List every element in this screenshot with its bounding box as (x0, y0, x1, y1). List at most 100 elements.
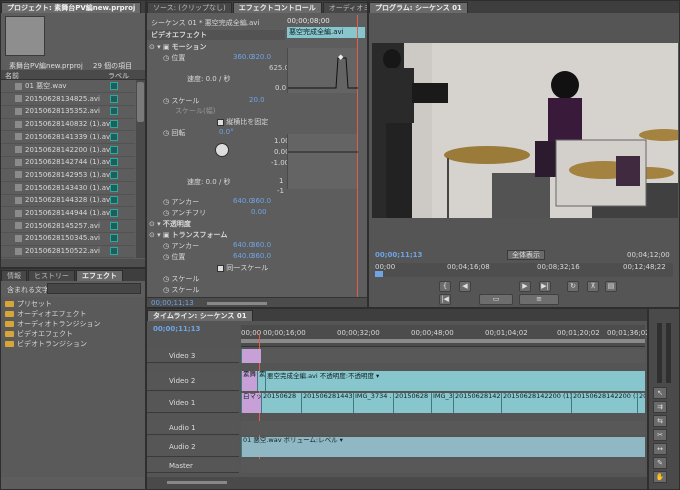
clip-v1-0[interactable]: 白マット (241, 393, 261, 413)
tab-effect-controls[interactable]: エフェクトコントロール (232, 2, 322, 13)
tab-project[interactable]: プロジェクト: 素舞台PV編new.prproj (1, 2, 142, 13)
fx-toggle-icon[interactable]: ⊙ ▾ ▣ (149, 231, 172, 239)
anchor-y-value[interactable]: 360.0 (251, 197, 271, 205)
tab-source[interactable]: ソース: (クリップなし) (147, 2, 232, 13)
track-header-master[interactable]: Master (147, 459, 239, 473)
anchor-row[interactable]: ◷ アンカー (163, 197, 199, 207)
uniform-scale-checkbox[interactable] (217, 118, 224, 126)
t-position-row[interactable]: ◷ 位置 (163, 252, 185, 262)
scale-value[interactable]: 20.0 (249, 96, 265, 104)
keyframe-nav[interactable]: ◆ (338, 53, 343, 61)
track-select-tool-icon[interactable]: ⇉ (653, 401, 667, 413)
t-scale2-row[interactable]: ◷ スケール (163, 285, 199, 295)
transform-row[interactable]: ⊙ ▾ ▣ トランスフォーム (149, 230, 227, 240)
clip-v1-1[interactable]: 20150628 (261, 393, 301, 413)
effects-folder-audio-transitions[interactable]: オーディオトランジション (5, 319, 101, 329)
mark-in-icon[interactable]: { (439, 281, 451, 292)
program-timecode[interactable]: 00;00;11;13 (375, 251, 422, 259)
t-anchor-y[interactable]: 360.0 (251, 241, 271, 249)
clip-v1-6[interactable]: 20150628142 (453, 393, 501, 413)
rotation-dial[interactable] (215, 143, 229, 157)
program-playhead[interactable] (375, 271, 383, 277)
jog-icon[interactable]: ≡ (519, 294, 559, 305)
loop-icon[interactable]: ↻ (567, 281, 579, 292)
t-uniform-row[interactable]: 同一スケール (217, 263, 268, 273)
project-item[interactable]: 20150628142744 (1).avi (1, 156, 135, 170)
effects-folder-presets[interactable]: プリセット (5, 299, 52, 309)
clip-video3[interactable] (241, 349, 261, 363)
project-item[interactable]: 20150628144328 (1).avi (1, 194, 135, 208)
program-ruler[interactable]: 00;00 00;04;16;08 00;08;32;16 00;12;48;2… (375, 263, 673, 277)
track-header-video1[interactable]: Video 1 (147, 393, 239, 413)
slip-tool-icon[interactable]: ↔ (653, 443, 667, 455)
rotation-value[interactable]: 0.0° (219, 128, 234, 136)
go-to-in-icon[interactable]: |◀ (439, 294, 451, 305)
timeline-timecode[interactable]: 00;00;11;13 (153, 325, 200, 333)
clip-v1-5[interactable]: IMG_3 (431, 393, 453, 413)
track-video3-lane[interactable] (241, 349, 645, 363)
clip-v2-1[interactable]: 素舞台 (257, 371, 265, 391)
ec-zoom-slider[interactable] (207, 302, 267, 305)
position-y-value[interactable]: 320.0 (251, 53, 271, 61)
tab-timeline[interactable]: タイムライン: シーケンス 01 (147, 310, 253, 321)
project-item[interactable]: 20150628142200 (1).avi (1, 144, 135, 157)
tab-history[interactable]: ヒストリー (28, 270, 75, 281)
clip-v1-8[interactable]: 20150628142200 (1).avi (571, 393, 637, 413)
project-item[interactable]: 20150628141339 (1).avi (1, 131, 135, 144)
project-item[interactable]: 20150628143430 (1).avi (1, 182, 135, 195)
shuttle-icon[interactable]: ▭ (479, 294, 513, 305)
opacity-row[interactable]: ⊙ ▾ 不透明度 (149, 219, 191, 229)
fx-toggle-icon[interactable]: ⊙ ▾ ▣ (149, 43, 172, 51)
lift-icon[interactable]: ⊼ (587, 281, 599, 292)
clip-v1-9[interactable]: 20 (637, 393, 645, 413)
clip-v1-7[interactable]: 20150628142200 (1).avi [59 (501, 393, 571, 413)
step-back-icon[interactable]: ◀ (459, 281, 471, 292)
track-header-audio2[interactable]: Audio 2 (147, 437, 239, 457)
project-item[interactable]: 20150628144944 (1).avi (1, 207, 135, 221)
scrollbar-thumb[interactable] (137, 82, 144, 122)
tab-info[interactable]: 情報 (1, 270, 27, 281)
track-master-lane[interactable] (241, 459, 645, 473)
timeline-zoom-slider[interactable] (167, 481, 227, 484)
project-item[interactable]: 20150628140832 (1).avi (1, 118, 135, 132)
motion-row[interactable]: ⊙ ▾ ▣ モーション (149, 42, 207, 52)
antiflicker-row[interactable]: ◷ アンチフリ (163, 208, 206, 218)
t-scale-row[interactable]: ◷ スケール (163, 274, 199, 284)
tab-effects[interactable]: エフェクト (76, 270, 123, 281)
fit-dropdown[interactable]: 全体表示 (507, 250, 545, 260)
project-item[interactable]: 20150628150345.avi (1, 232, 135, 246)
clip-v1-2[interactable]: 20150628144325 (301, 393, 353, 413)
pen-tool-icon[interactable]: ✎ (653, 457, 667, 469)
track-audio1-lane[interactable] (241, 421, 645, 435)
clip-audio[interactable]: 01 悪空.wav ボリューム:レベル ▾ (241, 437, 645, 457)
track-video1-lane[interactable]: 白マット 20150628 20150628144325 IMG_3734 . … (241, 393, 645, 413)
fx-toggle-icon[interactable]: ⊙ ▾ (149, 220, 163, 228)
track-header-audio1[interactable]: Audio 1 (147, 421, 239, 435)
clip-v1-3[interactable]: IMG_3734 . (353, 393, 393, 413)
t-position-y[interactable]: 360.0 (251, 252, 271, 260)
project-item[interactable]: 20150628142953 (1).avi (1, 169, 135, 183)
effects-search-input[interactable] (47, 283, 141, 294)
hand-tool-icon[interactable]: ✋ (653, 471, 667, 483)
tab-audio-mixer[interactable]: オーディオミキサー: シーケンス (322, 2, 367, 13)
project-item[interactable]: 20150628150522.avi (1, 245, 135, 259)
project-item[interactable]: 20150628135352.avi (1, 105, 135, 119)
clip-v2-0[interactable]: 素舞台ク (241, 371, 257, 391)
project-item[interactable]: 01 悪空.wav (1, 80, 135, 94)
step-forward-icon[interactable]: ▶| (539, 281, 551, 292)
selection-tool-icon[interactable]: ↖ (653, 387, 667, 399)
t-anchor-row[interactable]: ◷ アンカー (163, 241, 199, 251)
scale-row[interactable]: ◷ スケール (163, 96, 199, 106)
project-item[interactable]: 20150628145257.avi (1, 220, 135, 233)
rotation-row[interactable]: ◷ 回転 (163, 128, 185, 138)
effects-folder-video-transitions[interactable]: ビデオトランジション (5, 339, 87, 349)
effects-folder-audio-effects[interactable]: オーディオエフェクト (5, 309, 87, 319)
tab-program[interactable]: プログラム: シーケンス 01 (369, 2, 468, 13)
uniform-scale-row[interactable]: 縦横比を固定 (217, 117, 268, 127)
antiflicker-value[interactable]: 0.00 (251, 208, 267, 216)
track-header-video2[interactable]: Video 2 (147, 371, 239, 391)
effects-folder-video-effects[interactable]: ビデオエフェクト (5, 329, 73, 339)
project-scrollbar[interactable] (136, 80, 145, 258)
clip-v1-4[interactable]: 20150628 (393, 393, 431, 413)
track-header-video3[interactable]: Video 3 (147, 349, 239, 363)
